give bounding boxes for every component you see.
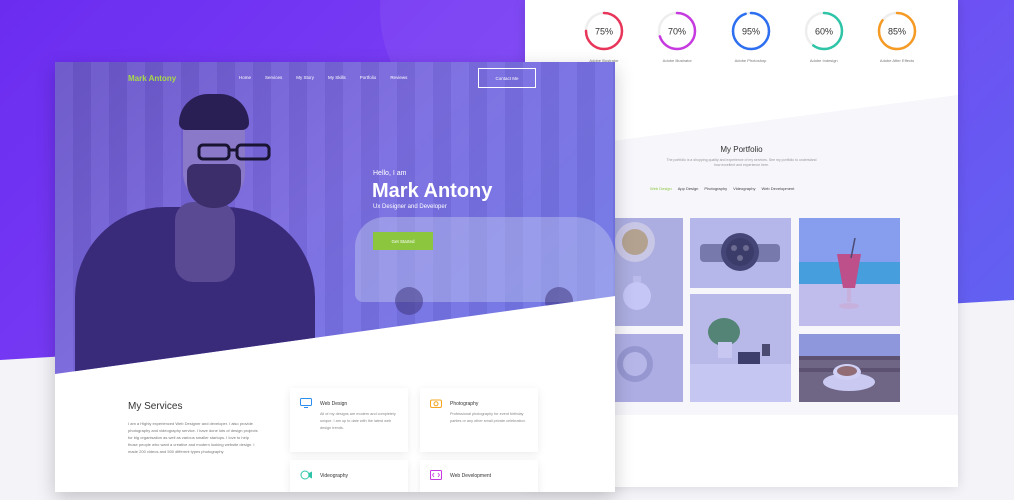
portfolio-image-clock[interactable]	[613, 334, 683, 402]
car-shape	[355, 217, 615, 302]
tab-web-development[interactable]: Web Development	[761, 186, 794, 191]
portfolio-tabs: Web Design App Design Photography Videog…	[650, 186, 794, 191]
skill-progress-ring: 95%	[731, 11, 770, 51]
skill-name: Adobe Photoshop	[734, 58, 767, 63]
service-card-title: Videography	[320, 473, 348, 479]
skill-name: Adobe After Effects	[879, 58, 915, 63]
skill-percent: 70%	[668, 27, 686, 37]
portfolio-image-beach-drink[interactable]	[799, 218, 900, 326]
site-logo[interactable]: Mark Antony	[128, 74, 176, 83]
service-card-title: Web Design	[320, 401, 348, 407]
nav-my-skills[interactable]: My Skills	[328, 75, 346, 80]
skill-name: Adobe Indesign	[809, 58, 838, 63]
car-wheel	[545, 287, 573, 315]
nav-home[interactable]: Home	[239, 75, 251, 80]
hero-role: Ux Designer and Developer	[373, 204, 447, 210]
portfolio-description: The portfolio is a shopping quality and …	[666, 158, 817, 167]
camera-icon	[430, 399, 442, 408]
service-card-title: Photography	[450, 401, 479, 407]
video-icon	[300, 470, 312, 480]
skill-item: 85% Adobe After Effects	[876, 10, 918, 63]
skill-name: Adobe Illustrator	[662, 58, 692, 63]
skills-row: 75% Adobe Illustrator 70% Adobe Illustra…	[583, 10, 918, 63]
service-card-photography[interactable]: Photography Professional photography for…	[420, 388, 538, 452]
portfolio-image-coffee[interactable]	[799, 334, 900, 402]
car-wheel	[395, 287, 423, 315]
portfolio-image-tea[interactable]	[613, 218, 683, 326]
service-card-web-development[interactable]: Web Development	[420, 460, 538, 492]
contact-button[interactable]: Contact Me	[478, 68, 536, 88]
services-title: My Services	[128, 401, 183, 412]
skill-progress-ring: 75%	[584, 11, 624, 51]
portfolio-image-plant[interactable]	[690, 294, 791, 402]
skill-percent: 60%	[815, 27, 833, 37]
skill-percent: 85%	[888, 27, 906, 37]
skill-progress-ring: 85%	[877, 11, 917, 51]
skill-item: 75% Adobe Illustrator	[583, 10, 625, 63]
tab-photography[interactable]: Photography	[704, 186, 727, 191]
main-nav: Home Services My Story My Skills Portfol…	[239, 75, 407, 80]
nav-reviews[interactable]: Reviews	[390, 75, 407, 80]
hero-section	[55, 62, 615, 374]
service-card-title: Web Development	[450, 473, 492, 479]
skill-percent: 95%	[741, 27, 759, 37]
hero-greeting: Hello, I am	[373, 170, 407, 177]
glasses-shape	[197, 143, 271, 161]
tab-videography[interactable]: Videography	[733, 186, 755, 191]
service-card-videography[interactable]: Videography	[290, 460, 408, 492]
nav-portfolio[interactable]: Portfolio	[360, 75, 377, 80]
skill-item: 70% Adobe Illustrator	[656, 10, 698, 63]
service-card-text: Professional photography for event birth…	[450, 412, 526, 423]
code-icon	[430, 470, 442, 480]
skill-percent: 75%	[595, 27, 613, 37]
monitor-icon	[300, 398, 312, 408]
tab-app-design[interactable]: App Design	[678, 186, 699, 191]
nav-my-story[interactable]: My Story	[296, 75, 314, 80]
tab-web-design[interactable]: Web Design	[650, 186, 672, 191]
skill-progress-ring: 70%	[658, 11, 697, 51]
service-card-text: All of my designs are modern and complet…	[320, 412, 396, 430]
hero-name: Mark Antony	[372, 180, 493, 202]
nav-services[interactable]: Services	[265, 75, 282, 80]
skill-item: 95% Adobe Photoshop	[730, 10, 772, 63]
get-started-button[interactable]: Get Started	[373, 232, 433, 250]
skill-progress-ring: 60%	[804, 11, 843, 51]
person-scarf	[175, 202, 235, 282]
portfolio-image-watch[interactable]	[690, 218, 791, 288]
skill-item: 60% Adobe Indesign	[803, 10, 845, 63]
landing-page-mockup: Mark Antony Home Services My Story My Sk…	[55, 62, 615, 492]
service-card-web-design[interactable]: Web Design All of my designs are modern …	[290, 388, 408, 452]
services-description: I am a Highly experienced Web Designer a…	[128, 421, 258, 454]
